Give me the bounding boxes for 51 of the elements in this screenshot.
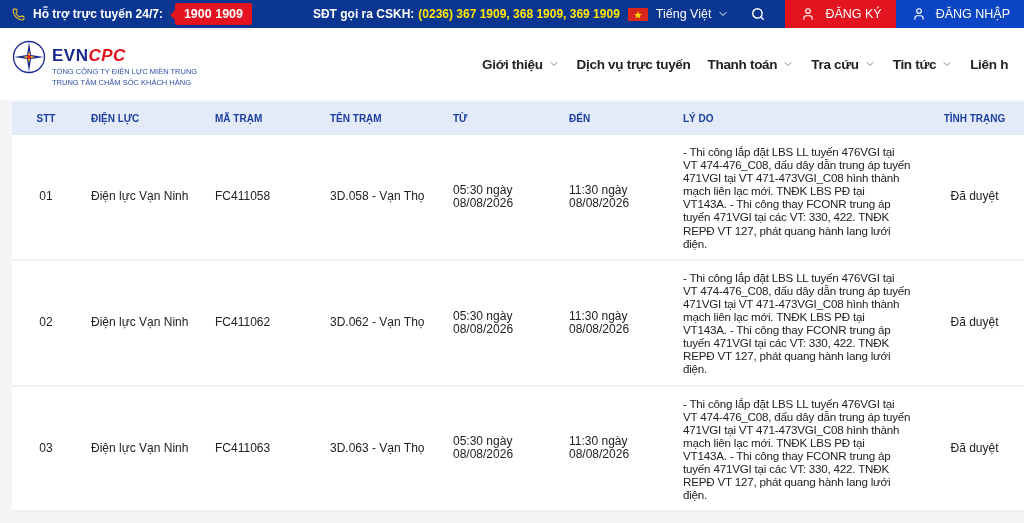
column-header: LÝ DO xyxy=(672,102,925,135)
table-cell: Điện lực Vạn Ninh xyxy=(80,386,204,513)
table-cell: 03 xyxy=(12,386,80,513)
table-cell: 3D.058 - Vạn Thọ xyxy=(319,135,442,261)
table-cell: - Thi công lắp đặt LBS LL tuyến 476VGI tại VT 474-476_C08, đấu dây dẫn trung áp tuyến 471VGI tại VT 471-473VGI_C08 hình thành mạch liên lạc mới. TNĐK LBS PĐ tại VT143A. - Thi công thay FCONR trung áp tuyến 471VGI tại các VT: 330, 422. TNĐK REPĐ VT 127, phát quang hành lang lưới điện. xyxy=(672,386,925,513)
table-cell: Điện lực Vạn Ninh xyxy=(80,260,204,387)
cskh-label: SĐT gọi ra CSKH: xyxy=(312,7,415,21)
table-cell: 11:30 ngày 08/08/2026 xyxy=(558,260,672,387)
table-cell: 05:30 ngày 08/08/2026 xyxy=(442,386,558,513)
user-icon xyxy=(801,7,816,21)
table-cell: FC411063 xyxy=(204,386,319,513)
table-cell: 05:30 ngày 08/08/2026 xyxy=(442,260,558,387)
column-header: MÃ TRẠM xyxy=(204,102,319,135)
table-cell: FC411062 xyxy=(204,260,319,387)
table-cell: 3D.062 - Vạn Thọ xyxy=(319,260,442,387)
nav-item[interactable]: Giới thiệu xyxy=(482,56,560,72)
column-header: TÌNH TRẠNG xyxy=(925,102,1024,135)
user-icon xyxy=(911,7,926,21)
column-header: TÊN TRẠM xyxy=(319,102,442,135)
table-cell: 02 xyxy=(12,260,80,387)
table-cell: FC411058 xyxy=(204,135,319,261)
support-label: Hỗ trợ trực tuyến 24/7: xyxy=(33,7,163,21)
table-cell: Điện lực Vạn Ninh xyxy=(80,135,204,261)
table-cell: 05:30 ngày 08/08/2026 xyxy=(442,135,558,261)
table-cell: - Thi công lắp đặt LBS LL tuyến 476VGI tại VT 474-476_C08, đấu dây dẫn trung áp tuyến 471VGI tại VT 471-473VGI_C08 hình thành mạch liên lạc mới. TNĐK LBS PĐ tại VT143A. - Thi công thay FCONR trung áp tuyến 471VGI tại các VT: 330, 422. TNĐK REPĐ VT 127, phát quang hành lang lưới điện. xyxy=(672,260,925,387)
flag-icon xyxy=(627,7,648,21)
column-header: STT xyxy=(12,102,80,135)
table-cell: 11:30 ngày 08/08/2026 xyxy=(558,386,672,513)
table-cell: Đã duyệt xyxy=(925,386,1024,513)
nav-item[interactable]: Thanh toán xyxy=(707,56,795,72)
search-button[interactable] xyxy=(751,7,766,21)
brand-logo-text: EVNCPC xyxy=(52,46,127,66)
table-cell: - Thi công lắp đặt LBS LL tuyến 476VGI tại VT 474-476_C08, đấu dây dẫn trung áp tuyến 471VGI tại VT 471-473VGI_C08 hình thành mạch liên lạc mới. TNĐK LBS PĐ tại VT143A. - Thi công thay FCONR trung áp tuyến 471VGI tại các VT: 330, 422. TNĐK REPĐ VT 127, phát quang hành lang lưới điện. xyxy=(672,135,925,261)
phone-icon xyxy=(12,7,25,21)
nav-item[interactable]: Dịch vụ trực tuyến xyxy=(576,56,691,72)
column-header: ĐIỆN LỰC xyxy=(80,102,204,135)
login-button[interactable]: ĐĂNG NHẬP xyxy=(895,0,1024,28)
table-cell: Đã duyệt xyxy=(925,135,1024,261)
column-header: TỪ xyxy=(442,102,558,135)
nav-item[interactable]: Tra cứu xyxy=(811,56,876,72)
nav-item[interactable]: Liên h xyxy=(970,56,1009,72)
register-button[interactable]: ĐĂNG KÝ xyxy=(785,0,896,28)
cskh-numbers: (0236) 367 1909, 368 1909, 369 1909 xyxy=(418,7,620,21)
column-header: ĐẾN xyxy=(558,102,672,135)
table-cell: Đã duyệt xyxy=(925,260,1024,387)
table-cell: 01 xyxy=(12,135,80,261)
nav-item[interactable]: Tin tức xyxy=(892,56,954,72)
table-cell: 3D.063 - Vạn Thọ xyxy=(319,386,442,513)
language-selector[interactable]: Tiếng Việt xyxy=(655,7,730,21)
logo-icon xyxy=(12,40,46,74)
table-cell: 11:30 ngày 08/08/2026 xyxy=(558,135,672,261)
